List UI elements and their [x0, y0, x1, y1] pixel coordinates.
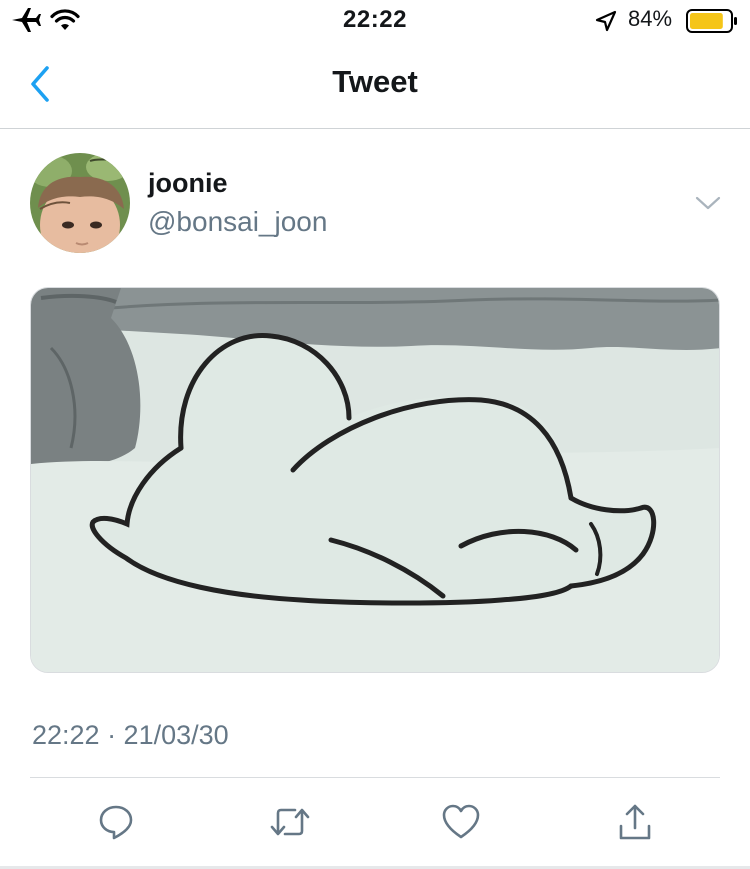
- divider: [30, 777, 720, 778]
- display-name[interactable]: joonie: [148, 168, 228, 199]
- reply-icon: [99, 805, 133, 840]
- nav-bar: Tweet: [0, 40, 750, 129]
- page-title: Tweet: [332, 64, 418, 99]
- battery-percent: 84%: [628, 6, 673, 31]
- tweet-image[interactable]: [30, 287, 720, 673]
- user-handle[interactable]: @bonsai_joon: [148, 206, 327, 238]
- share-button[interactable]: [611, 798, 659, 846]
- action-bar: [0, 798, 750, 846]
- like-button[interactable]: [437, 798, 485, 846]
- share-icon: [619, 804, 651, 840]
- tweet-timestamp: 22:22 · 21/03/30: [32, 720, 229, 750]
- chevron-down-icon: [695, 196, 721, 210]
- more-options-button[interactable]: [690, 188, 726, 218]
- heart-icon: [442, 804, 480, 839]
- location-arrow-icon: [595, 10, 617, 32]
- avatar[interactable]: [30, 153, 130, 253]
- battery-icon: [686, 9, 737, 33]
- retweet-button[interactable]: [266, 798, 314, 846]
- retweet-icon: [270, 808, 310, 836]
- status-bar: 22:22 84%: [0, 0, 750, 40]
- reply-button[interactable]: [92, 798, 140, 846]
